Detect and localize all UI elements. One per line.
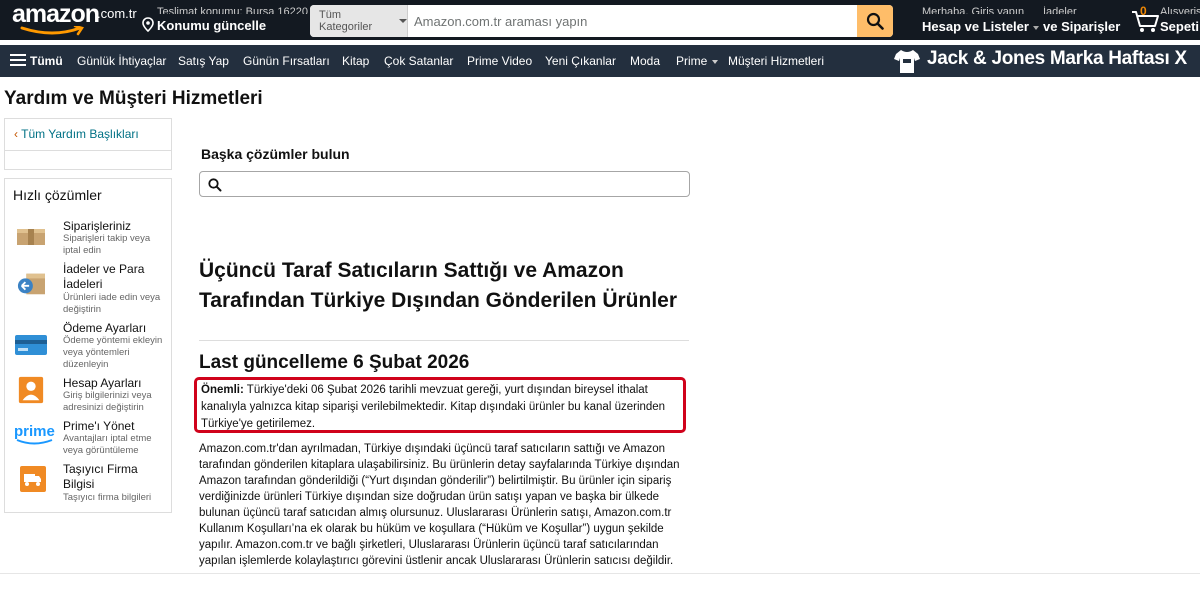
other-solutions-heading: Başka çözümler bulun: [201, 146, 350, 162]
quick-solution-title: Ödeme Ayarları: [63, 321, 147, 335]
sidebar: ‹ Tüm Yardım Başlıkları Hızlı çözümler S…: [4, 118, 172, 513]
user-icon: [18, 376, 44, 404]
account-line1: Merhaba, Giriş yapın: [922, 6, 1025, 14]
page-title: Yardım ve Müşteri Hizmetleri: [4, 88, 263, 109]
nav-prime-label: Prime: [676, 54, 708, 68]
chevron-down-icon: [1032, 25, 1039, 30]
logo-tld: .com.tr: [97, 6, 137, 21]
search-icon: [208, 178, 222, 192]
divider: [199, 340, 689, 341]
nav-item-books[interactable]: Kitap: [342, 45, 369, 77]
cart[interactable]: 0 Alışveriş Sepeti: [1130, 0, 1200, 40]
chevron-down-icon: [399, 19, 407, 23]
divider: [4, 150, 172, 151]
quick-solutions-title: Hızlı çözümler: [13, 187, 102, 203]
svg-text:prime: prime: [14, 423, 55, 440]
all-help-topics-link[interactable]: ‹ Tüm Yardım Başlıkları: [14, 127, 139, 141]
quick-solution-desc: Avantajları iptal etme veya görüntüleme: [63, 433, 152, 456]
quick-solution-desc: Giriş bilgilerinizi veya adresinizi deği…: [63, 390, 152, 413]
quick-solution-title: Siparişleriniz: [63, 219, 132, 233]
quick-solution-desc: Taşıyıcı firma bilgileri: [63, 492, 152, 503]
quick-solution-title: İadeler ve Para İadeleri: [63, 262, 145, 291]
nav-item-customer-service[interactable]: Müşteri Hizmetleri: [728, 45, 824, 77]
help-search-input[interactable]: [199, 171, 690, 197]
notice-label: Önemli:: [201, 384, 244, 396]
cart-line1: Alışveriş: [1160, 6, 1200, 14]
nav-item-prime[interactable]: Prime: [676, 45, 719, 77]
top-header: amazon .com.tr Teslimat konumu: Bursa 16…: [0, 0, 1200, 40]
search-button[interactable]: [857, 5, 893, 37]
return-box-icon: [17, 273, 45, 295]
nav-item-new-releases[interactable]: Yeni Çıkanlar: [545, 45, 616, 77]
promo-text: Jack & Jones Marka Haftası X: [927, 48, 1187, 69]
search-input[interactable]: [408, 5, 857, 37]
credit-card-icon: [15, 335, 47, 355]
deliver-line1: Teslimat konumu: Bursa 16220: [157, 6, 309, 14]
tshirt-icon: [894, 50, 920, 73]
location-pin-icon: [142, 17, 154, 32]
chevron-down-icon: [712, 59, 719, 64]
notice-text: Türkiye'deki 06 Şubat 2026 tarihli mevzu…: [201, 384, 666, 430]
important-notice: Önemli: Türkiye'deki 06 Şubat 2026 tarih…: [194, 377, 686, 433]
truck-icon: [20, 466, 46, 492]
quick-solution-desc: Siparişleri takip veya iptal edin: [63, 233, 151, 256]
article-title: Üçüncü Taraf Satıcıların Sattığı ve Amaz…: [199, 259, 678, 312]
nav-item-best-sellers[interactable]: Çok Satanlar: [384, 45, 453, 77]
orders-line2: ve Siparişler: [1043, 19, 1121, 34]
all-help-topics-label: Tüm Yardım Başlıkları: [21, 127, 139, 141]
nav-item-fashion[interactable]: Moda: [630, 45, 660, 77]
smile-icon: [20, 26, 84, 36]
orders-line1: İadeler: [1043, 6, 1077, 14]
article-body: Amazon.com.tr'dan ayrılmadan, Türkiye dı…: [199, 443, 680, 567]
quick-solution-desc: Ödeme yöntemi ekleyin veya yöntemleri dü…: [63, 335, 163, 370]
deliver-to[interactable]: Teslimat konumu: Bursa 16220 Konumu günc…: [140, 0, 315, 40]
deliver-line2: Konumu güncelle: [157, 18, 267, 33]
quick-solution-title: Hesap Ayarları: [63, 376, 142, 390]
nav-item-sell[interactable]: Satış Yap: [178, 45, 229, 77]
nav-item-daily-needs[interactable]: Günlük İhtiyaçlar: [77, 45, 166, 77]
quick-solution-title: Taşıyıcı Firma Bilgisi: [63, 462, 138, 491]
nav-item-deals[interactable]: Günün Fırsatları: [243, 45, 330, 77]
nav-item-prime-video[interactable]: Prime Video: [467, 45, 532, 77]
sidebar-nav-box: ‹ Tüm Yardım Başlıkları: [4, 118, 172, 170]
nav-all-menu[interactable]: Tümü: [10, 45, 63, 77]
search-category-label: Tüm Kategoriler: [319, 9, 373, 33]
search-category-dropdown[interactable]: Tüm Kategoriler: [310, 5, 408, 37]
account-label: Hesap ve Listeler: [922, 19, 1029, 34]
horizontal-scrollbar[interactable]: [0, 573, 1200, 600]
account-line2: Hesap ve Listeler: [922, 19, 1039, 34]
quick-solutions-box: Hızlı çözümler Siparişleriniz Siparişler…: [4, 178, 172, 513]
hamburger-icon: [10, 54, 26, 66]
last-updated-heading: Last güncelleme 6 Şubat 2026: [199, 352, 470, 373]
cart-count: 0: [1140, 4, 1147, 18]
search-icon: [866, 12, 884, 30]
package-icon: [17, 229, 45, 245]
cart-line2: Sepeti: [1160, 19, 1200, 34]
search-bar: Tüm Kategoriler: [310, 5, 893, 37]
logo-text: amazon: [12, 0, 100, 28]
nav-all-label: Tümü: [30, 54, 63, 68]
amazon-logo[interactable]: amazon .com.tr: [8, 0, 137, 40]
quick-solution-title: Prime'ı Yönet: [63, 419, 135, 433]
prime-icon: prime: [14, 423, 55, 445]
quick-solution-desc: Ürünleri iade edin veya değiştirin: [63, 292, 161, 315]
promo-banner[interactable]: Jack & Jones Marka Haftası X: [890, 45, 1200, 77]
